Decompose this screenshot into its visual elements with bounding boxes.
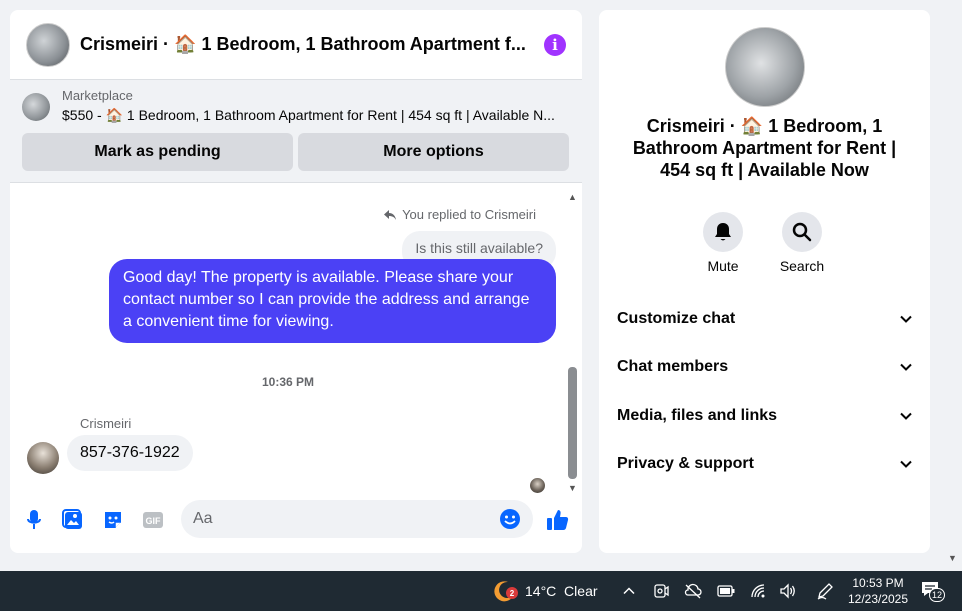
chevron-down-icon <box>900 412 912 420</box>
notification-count-badge: 12 <box>929 588 946 602</box>
mute-button[interactable]: Mute <box>693 212 753 274</box>
microphone-icon[interactable] <box>20 506 48 534</box>
message-input-box[interactable] <box>181 500 533 538</box>
seen-indicator-avatar <box>530 478 545 493</box>
chat-panel: Crismeiri · 🏠 1 Bedroom, 1 Bathroom Apar… <box>10 10 582 553</box>
search-label: Search <box>779 258 825 274</box>
volume-icon[interactable] <box>779 571 797 611</box>
chat-header: Crismeiri · 🏠 1 Bedroom, 1 Bathroom Apar… <box>10 10 582 80</box>
system-clock[interactable]: 10:53 PM 12/23/2025 <box>838 575 918 607</box>
search-icon[interactable] <box>782 212 822 252</box>
listing-title[interactable]: $550 - 🏠 1 Bedroom, 1 Bathroom Apartment… <box>62 107 569 124</box>
mute-label: Mute <box>707 258 739 274</box>
reply-note: You replied to Crismeiri <box>383 207 536 222</box>
search-button[interactable]: Search <box>772 212 832 274</box>
bell-icon[interactable] <box>703 212 743 252</box>
more-options-button[interactable]: More options <box>298 133 569 171</box>
clock-time: 10:53 PM <box>852 576 904 590</box>
chat-avatar[interactable] <box>26 22 70 67</box>
weather-badge: 2 <box>506 587 518 599</box>
pen-icon[interactable] <box>816 571 834 611</box>
emoji-icon[interactable] <box>499 508 521 530</box>
reply-icon <box>384 209 397 220</box>
taskbar: 2 14°C Clear 10:53 PM 12/23/2025 12 <box>0 571 962 611</box>
sender-name: Crismeiri <box>80 416 132 431</box>
message-timestamp: 10:36 PM <box>261 375 315 389</box>
section-label: Customize chat <box>617 310 736 327</box>
section-label: Media, files and links <box>617 407 778 424</box>
marketplace-banner: Marketplace $550 - 🏠 1 Bedroom, 1 Bathro… <box>10 80 582 183</box>
camera-tray-icon[interactable] <box>653 571 669 611</box>
section-chat-members[interactable]: Chat members <box>617 347 913 387</box>
weather-moon-icon: 2 <box>493 579 518 603</box>
svg-text:GIF: GIF <box>146 516 162 526</box>
section-privacy-support[interactable]: Privacy & support <box>617 444 913 484</box>
sticker-icon[interactable] <box>99 506 127 534</box>
clock-date: 12/23/2025 <box>847 592 909 606</box>
show-hidden-icons-chevron-up-icon[interactable] <box>622 571 636 611</box>
section-customize-chat[interactable]: Customize chat <box>617 299 913 339</box>
incoming-message[interactable]: 857-376-1922 <box>67 435 193 471</box>
wifi-icon[interactable] <box>750 571 766 611</box>
mark-as-pending-button[interactable]: Mark as pending <box>22 133 293 171</box>
weather-text: 14°C Clear <box>525 583 598 599</box>
chat-title[interactable]: Crismeiri · 🏠 1 Bedroom, 1 Bathroom Apar… <box>80 34 526 55</box>
scroll-up-arrow-icon[interactable]: ▲ <box>568 192 577 202</box>
messages-scrollbar[interactable]: ▲ ▼ <box>566 190 579 495</box>
gif-icon[interactable]: GIF <box>139 506 167 534</box>
thumbs-up-icon[interactable] <box>544 506 572 534</box>
info-title: Crismeiri · 🏠 1 Bedroom, 1 Bathroom Apar… <box>632 116 897 180</box>
chevron-down-icon <box>900 315 912 323</box>
sender-avatar[interactable] <box>27 442 59 474</box>
section-label: Privacy & support <box>617 455 754 472</box>
info-icon[interactable]: i <box>544 33 566 56</box>
photo-icon[interactable] <box>59 506 87 534</box>
message-thread: You replied to Crismeiri Is this still a… <box>10 187 582 493</box>
outgoing-message[interactable]: Good day! The property is available. Ple… <box>109 259 556 343</box>
notifications-icon[interactable]: 12 <box>920 571 946 611</box>
page-scroll-down-arrow-icon[interactable]: ▼ <box>948 553 957 563</box>
scroll-thumb[interactable] <box>568 367 577 479</box>
conversation-info-panel: Crismeiri · 🏠 1 Bedroom, 1 Bathroom Apar… <box>599 10 930 553</box>
weather-widget[interactable]: 2 14°C Clear <box>493 571 598 611</box>
composer: GIF <box>10 500 582 540</box>
message-input[interactable] <box>193 510 499 528</box>
info-avatar[interactable] <box>725 27 805 107</box>
reply-note-text: You replied to Crismeiri <box>402 207 536 222</box>
marketplace-label: Marketplace <box>62 88 133 103</box>
section-label: Chat members <box>617 358 729 375</box>
listing-thumbnail[interactable] <box>22 93 50 121</box>
chevron-down-icon <box>900 363 912 371</box>
scroll-down-arrow-icon[interactable]: ▼ <box>568 483 577 493</box>
chevron-down-icon <box>900 460 912 468</box>
cloud-offline-icon[interactable] <box>684 571 702 611</box>
section-media-files-links[interactable]: Media, files and links <box>617 396 913 436</box>
battery-icon[interactable] <box>717 571 735 611</box>
